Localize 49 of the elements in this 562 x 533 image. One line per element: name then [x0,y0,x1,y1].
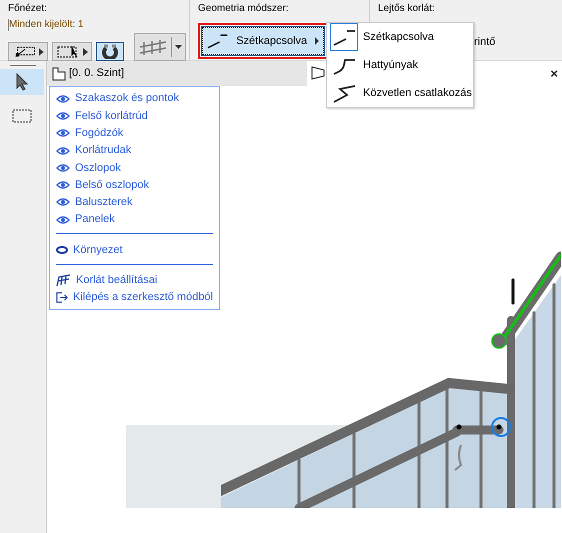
arrow-icon [16,73,28,91]
visibility-toggle[interactable]: Felső korlátrúd [75,108,148,124]
caret-icon [83,48,88,56]
panel-item[interactable]: Környezet [73,242,123,258]
visibility-toggle[interactable]: Szakaszok és pontok [75,90,179,107]
eye-icon [56,162,70,173]
visibility-toggle[interactable]: Panelek [75,211,115,228]
visibility-toggle[interactable]: Oszlopok [75,160,121,176]
exit-icon [56,291,68,304]
slope-value: rintő [474,35,496,50]
eye-icon [56,180,70,190]
magnet-icon [100,44,120,59]
ellipse-icon [56,246,68,254]
marquee-icon [56,44,80,59]
menu-item[interactable]: Közvetlen csatlakozás [327,79,473,107]
view-tab[interactable]: [0. 0. Szint] [47,61,307,86]
panel-item[interactable]: Korlát beállításai [76,272,158,289]
visibility-toggle[interactable]: Belső oszlopok [75,176,149,194]
eye-icon [56,214,70,225]
eye-icon [56,146,70,156]
selection-info: Minden kijelölt: 1 [8,19,181,31]
arrow-tool[interactable] [0,69,44,95]
caret-icon [175,45,182,49]
separate-joint-icon [207,33,228,49]
tool-button[interactable] [52,42,92,61]
menu-item[interactable]: Hattyúnyak [327,51,473,79]
close-button[interactable]: × [550,67,558,80]
eye-icon [56,94,70,104]
tool-button[interactable] [8,42,48,61]
section-label: Lejtős korlát: [378,3,436,15]
railing-dropdown-button[interactable] [134,33,186,61]
visibility-toggle[interactable]: Baluszterek [75,194,132,211]
railing-icon [138,38,168,56]
menu-item[interactable]: Szétkapcsolva [327,23,473,51]
eye-icon [56,128,70,138]
marquee-icon [12,109,32,123]
section-label: Geometria módszer: [198,3,290,15]
eye-icon [56,197,70,208]
floor-plan-icon [52,66,66,80]
panel-item[interactable]: Kilépés a szerkesztő módból [72,289,213,306]
railing-icon [56,274,71,287]
visibility-toggle[interactable]: Fogódzók [75,124,124,142]
caret-icon [315,37,319,45]
geometry-method-button[interactable]: Szétkapcsolva [202,27,324,55]
section-label: Főnézet: [8,3,48,15]
caret-icon [39,48,44,56]
eye-icon [56,110,70,121]
tool-button[interactable] [96,42,124,61]
visibility-toggle[interactable]: Korlátrudak [75,142,132,159]
